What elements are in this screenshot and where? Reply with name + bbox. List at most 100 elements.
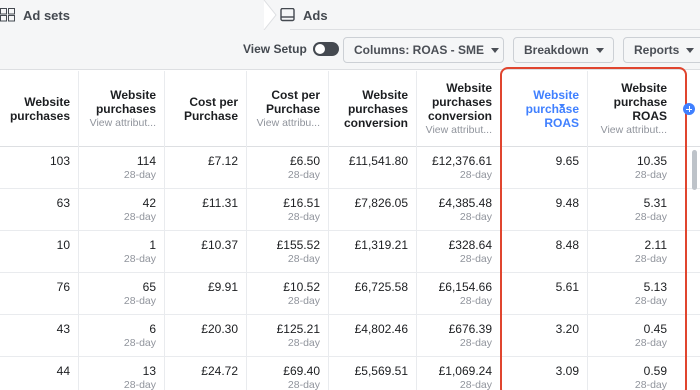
cell-value: £11.31 (202, 196, 238, 210)
cell-value: £4,385.48 (438, 196, 492, 210)
reports-dropdown[interactable]: Reports (623, 37, 700, 63)
column-header-subtitle: View attribut... (425, 124, 492, 136)
chevron-down-icon (686, 47, 695, 53)
column-header-subtitle: View attribut... (600, 124, 667, 136)
tab-ad-sets[interactable]: Ad sets (0, 0, 290, 30)
column-header-title: Cost per Purchase (183, 95, 238, 123)
cell-value: 0.59 (643, 364, 667, 378)
cell-value: 8.48 (555, 238, 579, 252)
column-header-title: Website purchase ROAS (525, 88, 579, 130)
cell-value: £676.39 (448, 322, 492, 336)
column-header[interactable]: Website purchases conversion View attribu… (416, 71, 500, 147)
attribution-window: 28-day (634, 337, 667, 349)
table-cell: 10.35 28-day (587, 147, 675, 189)
cell-value: £12,376.61 (431, 154, 492, 168)
column-header-title: Cost per Purchase (265, 88, 320, 116)
column-header[interactable]: Website purchases View attribut... (78, 71, 164, 147)
table-header: Website purchases Website purchases View a… (0, 71, 700, 147)
cell-value: £7.12 (207, 154, 238, 168)
table-cell: £1,069.24 28-day (416, 357, 500, 390)
cell-value: 5.61 (555, 280, 579, 294)
ad-icon (280, 7, 296, 22)
table-cell: £5,569.51 (328, 357, 416, 390)
cell-value: 13 (142, 364, 156, 378)
columns-label: Columns: ROAS - SME (354, 43, 485, 57)
cell-value: 2.11 (644, 238, 667, 252)
attribution-window: 28-day (459, 211, 492, 223)
table-cell: £125.21 28-day (246, 315, 328, 357)
vertical-scrollbar[interactable] (692, 150, 697, 190)
column-header-title: Website purchase ROAS (613, 81, 667, 123)
table-cell: 0.45 28-day (587, 315, 675, 357)
breakdown-dropdown[interactable]: Breakdown (513, 37, 614, 63)
attribution-window: 28-day (459, 253, 492, 265)
attribution-window: 28-day (287, 337, 320, 349)
table-cell: 13 28-day (78, 357, 164, 390)
tab-ads[interactable]: Ads (270, 0, 700, 30)
column-header-title: Website purchases conversion (343, 88, 408, 130)
table-cell: £11.31 (164, 189, 246, 231)
table-cell: £9.91 (164, 273, 246, 315)
cell-value: £4,802.46 (354, 322, 408, 336)
add-column-icon[interactable] (683, 103, 695, 115)
cell-value: 3.20 (555, 322, 579, 336)
cell-value: £10.37 (201, 238, 238, 252)
attribution-window: 28-day (287, 253, 320, 265)
view-setup-toggle[interactable]: View Setup (243, 42, 339, 56)
column-header[interactable]: Cost per Purchase View attribu... (246, 71, 328, 147)
cell-value: 44 (56, 364, 70, 378)
table-cell: £155.52 28-day (246, 231, 328, 273)
column-header[interactable]: Website purchases (0, 71, 78, 147)
column-header[interactable]: Website purchases conversion (328, 71, 416, 147)
breakdown-label: Breakdown (524, 43, 589, 57)
cell-value: £20.30 (201, 322, 238, 336)
cell-value: £1,069.24 (438, 364, 492, 378)
table-cell: 10 (0, 231, 78, 273)
cell-value: 114 (136, 154, 156, 168)
attribution-window: 28-day (634, 211, 667, 223)
sort-descending-icon (559, 104, 565, 108)
cell-value: 42 (142, 196, 156, 210)
table-cell: £12,376.61 28-day (416, 147, 500, 189)
table-cell: 1 28-day (78, 231, 164, 273)
attribution-window: 28-day (634, 379, 667, 390)
table-cell: 5.31 28-day (587, 189, 675, 231)
column-header[interactable]: Cost per Purchase (164, 71, 246, 147)
cell-value: 9.65 (555, 154, 579, 168)
table-row[interactable]: 76 65 28-day £9.91 £10.52 28-day £6,725.58 £6,1… (0, 273, 700, 315)
table-cell: £1,319.21 (328, 231, 416, 273)
table-cell: 76 (0, 273, 78, 315)
toggle-switch[interactable] (312, 42, 339, 56)
table-row[interactable]: 43 6 28-day £20.30 £125.21 28-day £4,802.46 £67… (0, 315, 700, 357)
cell-value: £9.91 (207, 280, 238, 294)
cell-value: £5,569.51 (354, 364, 408, 378)
columns-dropdown[interactable]: Columns: ROAS - SME (343, 37, 504, 63)
attribution-window: 28-day (123, 295, 156, 307)
table-row[interactable]: 103 114 28-day £7.12 £6.50 28-day £11,541.80 £1… (0, 147, 700, 189)
table-cell: £6,725.58 (328, 273, 416, 315)
table-row[interactable]: 10 1 28-day £10.37 £155.52 28-day £1,319.21 £32… (0, 231, 700, 273)
reports-label: Reports (634, 43, 680, 57)
table-cell: 65 28-day (78, 273, 164, 315)
chevron-down-icon (595, 47, 604, 53)
tab-bar: Ad sets Ads (0, 0, 700, 30)
column-header[interactable]: Website purchase ROAS View attribut... (587, 71, 675, 147)
table-row[interactable]: 63 42 28-day £11.31 £16.51 28-day £7,826.05 £4,… (0, 189, 700, 231)
table-cell: 3.09 (500, 357, 587, 390)
cell-value: 65 (142, 280, 156, 294)
attribution-window: 28-day (459, 379, 492, 390)
column-header[interactable]: Website purchase ROAS (500, 71, 587, 147)
column-header-title: Website purchases conversion (427, 81, 492, 123)
attribution-window: 28-day (287, 379, 320, 390)
cell-value: 5.31 (643, 196, 667, 210)
attribution-window: 28-day (634, 253, 667, 265)
tab-ad-sets-label: Ad sets (23, 7, 70, 23)
toolbar: View Setup Columns: ROAS - SME Breakdown… (0, 30, 700, 70)
cell-value: 10.35 (636, 154, 667, 168)
cell-value: 1 (149, 238, 156, 252)
table-cell: £10.52 28-day (246, 273, 328, 315)
table-cell: 8.48 (500, 231, 587, 273)
table-cell: £20.30 (164, 315, 246, 357)
table-row[interactable]: 44 13 28-day £24.72 £69.40 28-day £5,569.51 £1,… (0, 357, 700, 390)
table-cell: 5.61 (500, 273, 587, 315)
